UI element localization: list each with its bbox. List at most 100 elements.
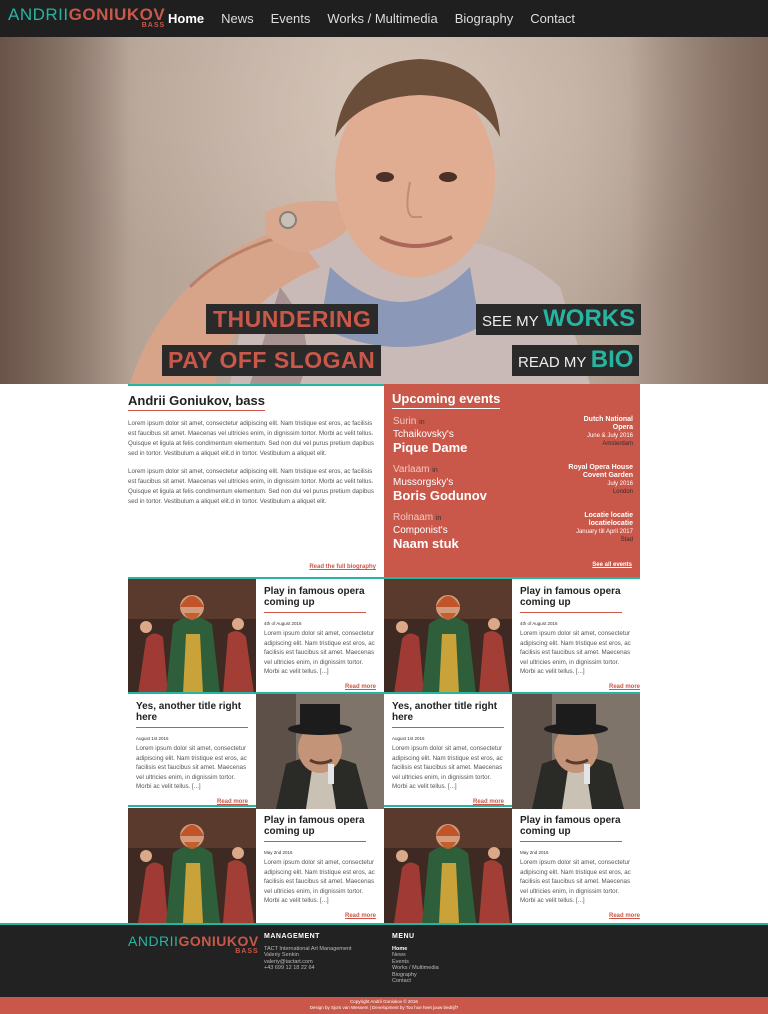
footer-logo-subtitle: BASS [235,948,259,955]
news-card-image-hat [512,694,640,809]
news-card-body: Lorem ipsum dolor sit amet, consectetur … [264,859,375,904]
footer-logo-first: ANDRII [128,933,179,949]
read-more-link[interactable]: Read more [217,799,248,805]
logo-subtitle: BASS [141,22,166,29]
opera-costume-photo [384,579,512,694]
news-card-title[interactable]: Play in famous opera coming up [520,815,622,842]
news-card-body: Lorem ipsum dolor sit amet, consectetur … [264,630,375,675]
news-card-body: Lorem ipsum dolor sit amet, consectetur … [136,745,247,790]
logo-first-name: ANDRII [8,5,69,24]
cta-works-small: SEE MY [482,313,539,330]
cta-works-big: WORKS [543,305,636,332]
event-in: in [432,467,438,474]
event-venue: Locatie locatie locatielocatie [584,512,633,527]
see-my-works-button[interactable]: SEE MY WORKS [476,304,642,335]
news-card[interactable]: Play in famous opera coming up 4th of Au… [128,577,384,694]
news-card-title[interactable]: Yes, another title right here [136,701,248,728]
news-card-title[interactable]: Yes, another title right here [392,701,504,728]
read-more-link[interactable]: Read more [609,684,640,690]
news-card[interactable]: Yes, another title right here August 1st… [384,692,640,809]
footer-menu-works[interactable]: Works / Multimedia [392,965,439,972]
event-venue: Royal Opera House Covent Garden [568,464,633,479]
news-card-title[interactable]: Play in famous opera coming up [264,586,366,613]
news-card-title[interactable]: Play in famous opera coming up [264,815,366,842]
event-city: Stad [620,537,633,543]
opera-costume-photo [128,808,256,923]
event-role: Surin [393,416,417,427]
footer-logo[interactable]: ANDRIIGONIUKOV BASS [128,933,259,955]
nav-contact[interactable]: Contact [530,11,575,26]
nav-news[interactable]: News [221,11,254,26]
footer-logo-last: GONIUKOV [178,933,259,949]
nav-events[interactable]: Events [271,11,311,26]
read-my-bio-button[interactable]: READ MY BIO [512,345,640,376]
hero-slogan-line1: THUNDERING [206,304,379,334]
news-card-image-opera [384,579,512,694]
bio-paragraph-2: Lorem ipsum dolor sit amet, consectetur … [128,468,374,505]
read-more-link[interactable]: Read more [473,799,504,805]
menu-heading: MENU [392,933,415,940]
footer-menu-contact[interactable]: Contact [392,978,439,985]
news-card-date: August 1st 2016 [136,736,169,741]
event-in: in [419,419,425,426]
hero-portrait-photo [130,59,590,384]
event-item[interactable]: Rolnaam in Componist's Naam stuk Locatie… [393,512,633,551]
nav-home[interactable]: Home [168,11,204,26]
footer-menu: MENU Home News Events Works / Multimedia… [392,933,439,985]
news-card-date: August 1st 2016 [392,736,425,741]
news-card-body: Lorem ipsum dolor sit amet, consectetur … [392,745,503,790]
news-card-image-opera [128,579,256,694]
event-item[interactable]: Surin in Tchaikovsky's Pique Dame Dutch … [393,416,633,455]
see-all-events-link[interactable]: See all events [592,562,632,568]
bio-section: Andrii Goniukov, bass Lorem ipsum dolor … [128,384,384,577]
event-in: in [435,515,442,522]
news-card-date: 4th of August 2016 [264,621,302,626]
news-card-image-opera [384,808,512,923]
main-nav: Home News Events Works / Multimedia Biog… [168,0,592,37]
news-card-date: May 2nd 2016 [264,850,293,855]
news-card-date: 4th of August 2016 [520,621,558,626]
opera-costume-photo [128,579,256,694]
news-card-body: Lorem ipsum dolor sit amet, consectetur … [520,630,631,675]
opera-top-hat-photo [256,694,384,809]
read-more-link[interactable]: Read more [609,913,640,919]
opera-top-hat-photo [512,694,640,809]
management-phone[interactable]: +43 699 12 18 22 64 [264,965,352,972]
news-card-title[interactable]: Play in famous opera coming up [520,586,622,613]
opera-costume-photo [384,808,512,923]
read-full-biography-link[interactable]: Read the full biography [309,564,376,570]
news-card[interactable]: Play in famous opera coming up May 2nd 2… [128,808,384,923]
bio-paragraph-1: Lorem ipsum dolor sit amet, consectetur … [128,420,374,457]
event-venue: Dutch National Opera [583,416,633,431]
nav-biography[interactable]: Biography [455,11,514,26]
event-role: Rolnaam [393,512,434,523]
cta-bio-big: BIO [590,346,634,373]
hero-slogan-line2: PAY OFF SLOGAN [162,345,382,376]
site-logo[interactable]: ANDRIIGONIUKOV BASS [8,5,165,29]
event-date: July 2016 [607,481,633,487]
read-more-link[interactable]: Read more [345,913,376,919]
event-date: January till April 2017 [575,529,633,535]
read-more-link[interactable]: Read more [345,684,376,690]
upcoming-events-panel: Upcoming events Surin in Tchaikovsky's P… [384,384,640,577]
news-card[interactable]: Play in famous opera coming up 4th of Au… [384,577,640,694]
site-footer: ANDRIIGONIUKOV BASS MANAGEMENT TACT Inte… [0,923,768,997]
management-heading: MANAGEMENT [264,933,320,940]
events-title: Upcoming events [392,391,501,409]
news-card-date: May 2nd 2016 [520,850,549,855]
news-card[interactable]: Play in famous opera coming up May 2nd 2… [384,808,640,923]
hero-banner: THUNDERING PAY OFF SLOGAN SEE MY WORKS R… [0,37,768,384]
cta-bio-small: READ MY [518,354,587,371]
event-date: June & July 2016 [586,433,633,439]
event-role: Varlaam [393,464,430,475]
nav-works-multimedia[interactable]: Works / Multimedia [327,11,437,26]
news-card[interactable]: Yes, another title right here August 1st… [128,692,384,809]
footer-management: MANAGEMENT TACT International Art Manage… [264,933,352,972]
event-city: London [612,489,633,495]
page: ANDRIIGONIUKOV BASS Home News Events Wor… [0,0,768,1014]
event-item[interactable]: Varlaam in Mussorgsky's Boris Godunov Ro… [393,464,633,503]
copyright-bar: Copyright Andrii Goniukov © 2016 Design … [0,997,768,1014]
event-city: Amsterdam [602,441,633,447]
news-card-image-opera [128,808,256,923]
credits-text: Design by Sjors van Wessem | Development… [309,1005,459,1010]
